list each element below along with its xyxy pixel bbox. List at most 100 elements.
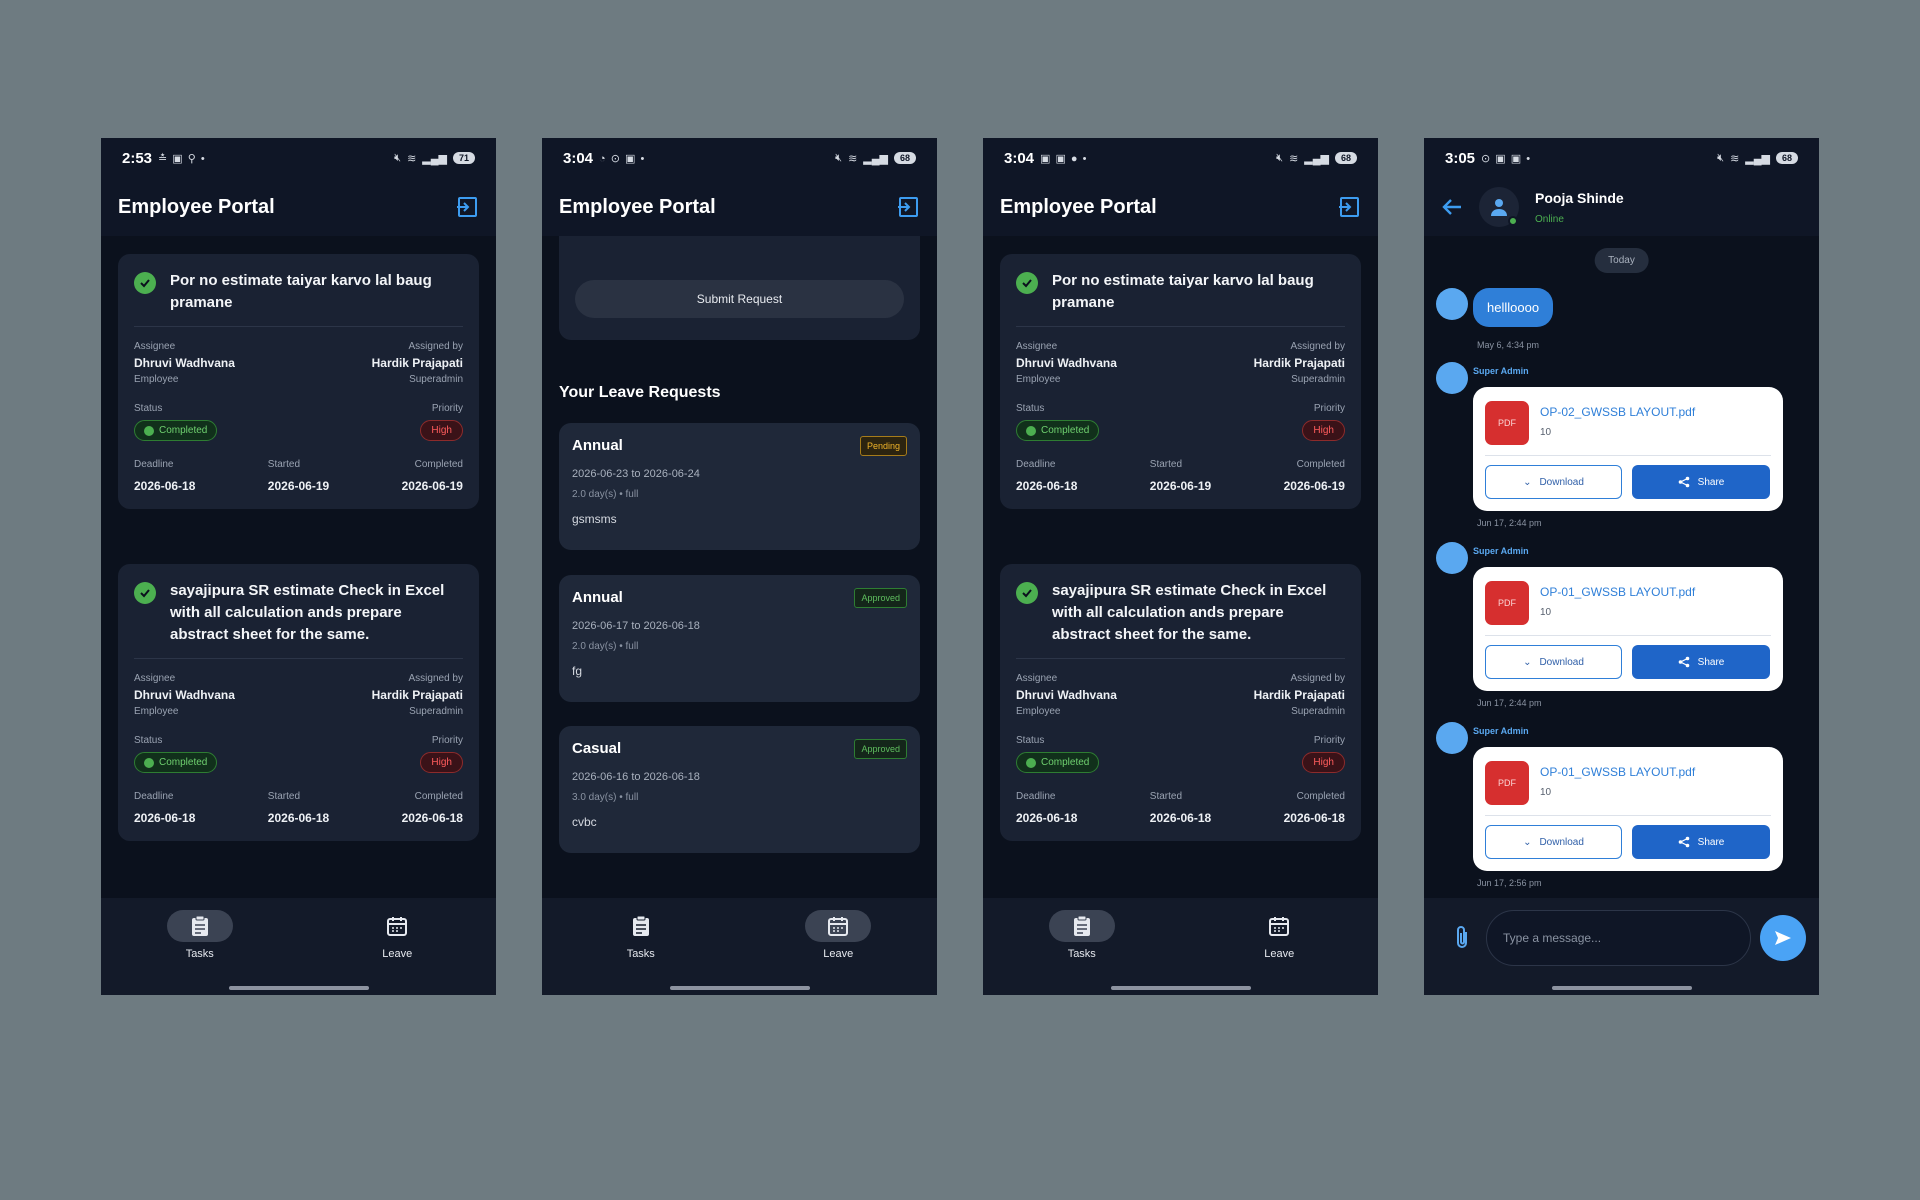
completed-label: Completed [414, 459, 463, 470]
download-button[interactable]: ⌄ Download [1485, 825, 1622, 859]
app-title: Employee Portal [559, 195, 716, 218]
nav-label-leave: Leave [382, 948, 413, 960]
nav-pill [364, 910, 430, 942]
paperclip-icon[interactable] [1452, 925, 1472, 951]
task-card[interactable]: Por no estimate taiyar karvo lal baug pr… [1000, 254, 1361, 509]
check-icon [134, 582, 156, 604]
app-title: Employee Portal [118, 195, 275, 218]
message-time: Jun 17, 2:56 pm [1477, 878, 1542, 888]
assignee-label: Assignee [1016, 341, 1058, 352]
assigned-by-label: Assigned by [1290, 341, 1345, 352]
share-label: Share [1697, 476, 1725, 488]
status-notification-icons: ⊙ ▣ ▣ • [1481, 152, 1532, 165]
status-time: 3:04 [563, 149, 594, 167]
started-value: 2026-06-19 [1149, 479, 1212, 493]
leave-reason: cvbc [572, 815, 597, 829]
logout-icon[interactable] [896, 195, 920, 219]
status-badge-text: Completed [159, 425, 208, 436]
task-card[interactable]: sayajipura SR estimate Check in Excel wi… [1000, 564, 1361, 841]
file-attachment-card[interactable]: PDF OP-02_GWSSB LAYOUT.pdf 10 ⌄ Download … [1473, 387, 1783, 511]
leave-reason: fg [572, 664, 583, 678]
message-input[interactable] [1486, 910, 1751, 966]
status-time: 3:05 [1445, 149, 1476, 167]
deadline-label: Deadline [134, 791, 174, 802]
battery-icon: 68 [894, 152, 916, 164]
signal-icon: ▂▄▆ [1745, 152, 1770, 165]
priority-badge: High [1302, 752, 1345, 773]
nav-label-tasks: Tasks [1067, 948, 1096, 960]
leave-type: Annual [572, 437, 623, 454]
share-button[interactable]: Share [1632, 645, 1770, 679]
nav-tab-tasks[interactable]: Tasks [1027, 910, 1137, 995]
file-name[interactable]: OP-02_GWSSB LAYOUT.pdf [1540, 405, 1695, 419]
divider [1485, 635, 1771, 636]
logout-icon[interactable] [455, 195, 479, 219]
download-label: Download [1539, 656, 1584, 668]
status-badge-text: Completed [159, 757, 208, 768]
wifi-icon: ≋ [1730, 152, 1740, 165]
leave-content[interactable]: Submit Request Your Leave Requests Annua… [542, 236, 937, 995]
download-button[interactable]: ⌄ Download [1485, 645, 1622, 679]
status-label: Status [1016, 735, 1045, 746]
logout-icon[interactable] [1337, 195, 1361, 219]
started-value: 2026-06-18 [1149, 811, 1212, 825]
status-label: Status [134, 403, 163, 414]
mute-icon: 🔇︎ [1276, 151, 1284, 164]
submit-request-button[interactable]: Submit Request [575, 280, 904, 318]
file-name[interactable]: OP-01_GWSSB LAYOUT.pdf [1540, 585, 1695, 599]
nav-tab-tasks[interactable]: Tasks [586, 910, 696, 995]
task-card[interactable]: Por no estimate taiyar karvo lal baug pr… [118, 254, 479, 509]
nav-label-tasks: Tasks [185, 948, 214, 960]
task-list[interactable]: Por no estimate taiyar karvo lal baug pr… [101, 236, 496, 995]
wifi-icon: ≋ [407, 152, 417, 165]
nav-tab-leave[interactable]: Leave [783, 910, 893, 995]
wifi-icon: ≋ [848, 152, 858, 165]
sender-avatar [1436, 288, 1468, 320]
task-card[interactable]: sayajipura SR estimate Check in Excel wi… [118, 564, 479, 841]
leave-request-card[interactable]: Annual Pending 2026-06-23 to 2026-06-24 … [559, 423, 920, 550]
assigned-by-label: Assigned by [408, 341, 463, 352]
sender-avatar [1436, 542, 1468, 574]
divider [1485, 455, 1771, 456]
assignee-label: Assignee [134, 341, 176, 352]
share-icon [1678, 476, 1689, 488]
nav-tab-tasks[interactable]: Tasks [145, 910, 255, 995]
nav-tab-leave[interactable]: Leave [342, 910, 452, 995]
file-attachment-card[interactable]: PDF OP-01_GWSSB LAYOUT.pdf 10 ⌄ Download … [1473, 747, 1783, 871]
assignee-name: Dhruvi Wadhvana [1016, 688, 1117, 702]
share-button[interactable]: Share [1632, 825, 1770, 859]
file-attachment-card[interactable]: PDF OP-01_GWSSB LAYOUT.pdf 10 ⌄ Download … [1473, 567, 1783, 691]
task-title: Por no estimate taiyar karvo lal baug pr… [170, 272, 432, 311]
nav-tab-leave[interactable]: Leave [1224, 910, 1334, 995]
status-badge: Pending [859, 436, 907, 456]
priority-label: Priority [1313, 403, 1345, 414]
assignee-label: Assignee [1016, 673, 1058, 684]
check-icon [134, 272, 156, 294]
assignee-name: Dhruvi Wadhvana [134, 356, 235, 370]
share-button[interactable]: Share [1632, 465, 1770, 499]
status-bar: 2:53 ≛ ▣ ⚲ • 🔇︎ ≋ ▂▄▆ 71 [101, 138, 496, 178]
sender-name: Super Admin [1473, 726, 1529, 736]
message-list[interactable]: Today hellloooo May 6, 4:34 pm Super Adm… [1424, 236, 1819, 898]
file-size: 10 [1540, 787, 1552, 798]
calendar-icon [1269, 917, 1290, 936]
send-button[interactable] [1760, 915, 1806, 961]
avatar[interactable] [1479, 187, 1519, 227]
started-value: 2026-06-18 [267, 811, 330, 825]
deadline-value: 2026-06-18 [1016, 479, 1078, 493]
leave-request-card[interactable]: Casual Approved 2026-06-16 to 2026-06-18… [559, 726, 920, 853]
leave-dates: 2026-06-23 to 2026-06-24 [572, 468, 700, 480]
assigned-by-role: Superadmin [1291, 706, 1345, 717]
message-bubble[interactable]: hellloooo [1473, 288, 1554, 327]
status-badge-text: Completed [1041, 757, 1090, 768]
check-circle-icon [144, 757, 154, 768]
task-list[interactable]: Por no estimate taiyar karvo lal baug pr… [983, 236, 1378, 995]
phone-screen-tasks: 2:53 ≛ ▣ ⚲ • 🔇︎ ≋ ▂▄▆ 71 Employee Portal… [101, 138, 496, 995]
back-arrow-icon[interactable] [1441, 196, 1463, 218]
file-name[interactable]: OP-01_GWSSB LAYOUT.pdf [1540, 765, 1695, 779]
leave-request-card[interactable]: Annual Approved 2026-06-17 to 2026-06-18… [559, 575, 920, 702]
download-button[interactable]: ⌄ Download [1485, 465, 1622, 499]
phone-screen-chat: 3:05 ⊙ ▣ ▣ • 🔇︎ ≋ ▂▄▆ 68 Pooja Shinde On… [1424, 138, 1819, 995]
task-title: sayajipura SR estimate Check in Excel wi… [1052, 582, 1327, 643]
started-label: Started [267, 791, 301, 802]
